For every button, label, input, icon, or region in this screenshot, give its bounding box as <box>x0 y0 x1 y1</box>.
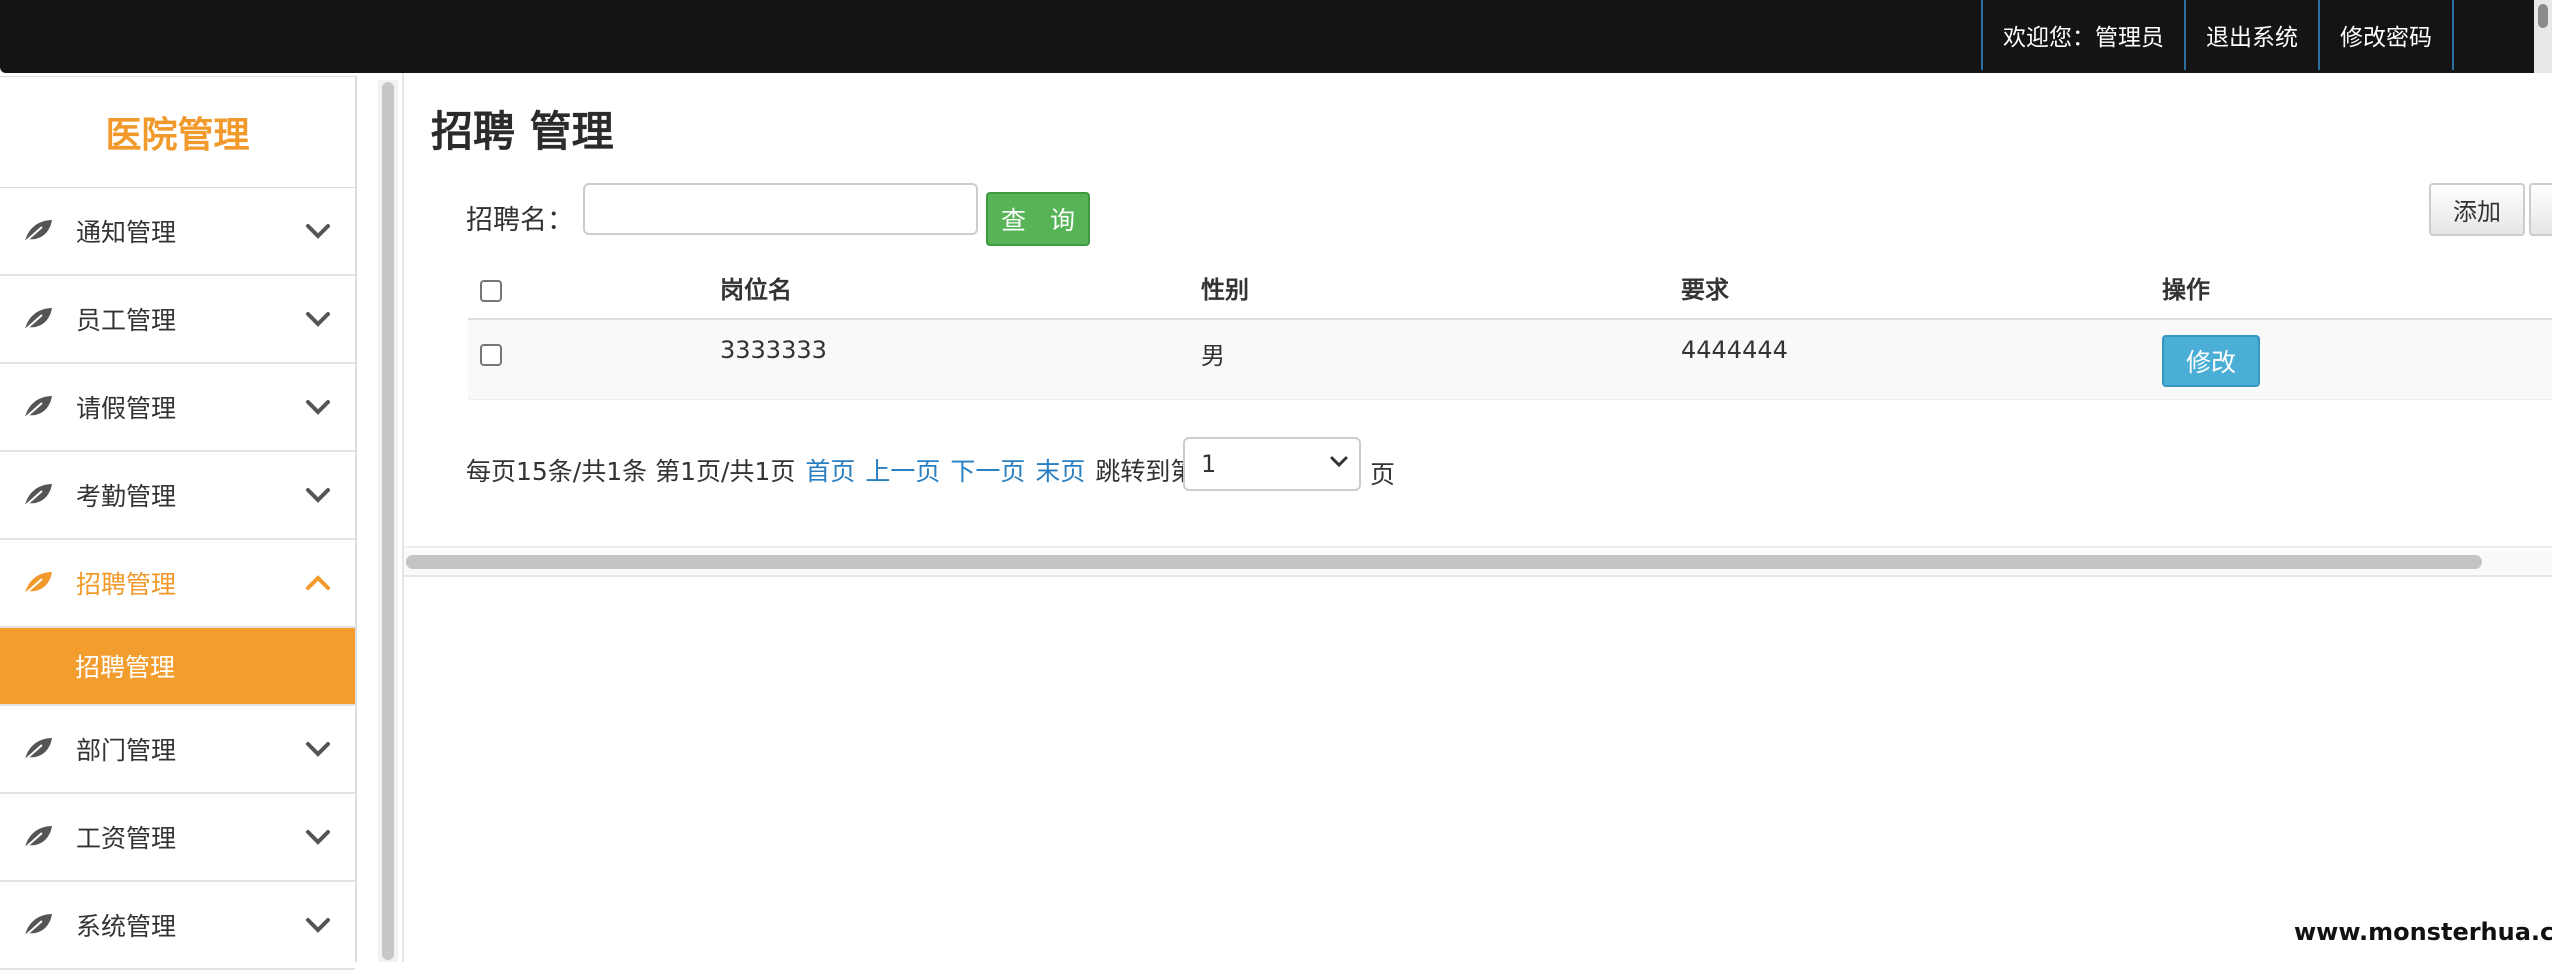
leaf-icon <box>24 572 52 595</box>
sidebar-item-employees[interactable]: 员工管理 <box>0 276 355 364</box>
sidebar-scrollbar[interactable] <box>378 80 398 962</box>
next-page-link[interactable]: 下一页 <box>950 452 1025 488</box>
chevron-down-icon <box>306 224 330 239</box>
page-jump-select[interactable]: 1 <box>1183 437 1361 491</box>
select-all-checkbox[interactable] <box>480 280 502 302</box>
page-scrollbar-thumb[interactable] <box>2538 4 2548 28</box>
sidebar-item-notices[interactable]: 通知管理 <box>0 188 355 276</box>
row-checkbox[interactable] <box>480 344 502 366</box>
topbar-links: 欢迎您：管理员 退出系统 修改密码 <box>1981 0 2454 70</box>
cell-requirement: 4444444 <box>1681 336 1788 364</box>
submenu-item-recruitment[interactable]: 招聘管理 <box>0 628 355 706</box>
last-page-link[interactable]: 末页 <box>1035 452 1085 488</box>
page-suffix-label: 页 <box>1370 460 1396 489</box>
pagination: 每页15条/共1条 第1页/共1页 首页 上一页 下一页 末页 跳转到第 <box>466 452 1205 488</box>
chevron-down-icon <box>1330 456 1348 468</box>
sidebar-item-salary[interactable]: 工资管理 <box>0 794 355 882</box>
toolbar-button-clipped[interactable] <box>2529 183 2552 236</box>
page-scrollbar[interactable] <box>2534 0 2552 73</box>
sidebar-item-leave[interactable]: 请假管理 <box>0 364 355 452</box>
chevron-down-icon <box>306 830 330 845</box>
cell-position-name: 3333333 <box>720 336 827 364</box>
leaf-icon <box>24 308 52 331</box>
column-header-gender[interactable]: 性别 <box>1201 270 1249 305</box>
search-label: 招聘名： <box>466 205 574 236</box>
logout-link[interactable]: 退出系统 <box>2184 0 2318 70</box>
leaf-icon <box>24 396 52 419</box>
chevron-down-icon <box>306 918 330 933</box>
sidebar-item-label: 员工管理 <box>76 306 177 335</box>
sidebar-item-label: 招聘管理 <box>76 570 177 599</box>
sidebar-scrollbar-thumb[interactable] <box>382 82 394 960</box>
watermark-text: www.monsterhua.com <box>2294 918 2552 946</box>
column-header-position[interactable]: 岗位名 <box>720 270 792 305</box>
top-navbar: 欢迎您：管理员 退出系统 修改密码 <box>0 0 2552 73</box>
chevron-down-icon <box>306 312 330 327</box>
leaf-icon <box>24 484 52 507</box>
prev-page-link[interactable]: 上一页 <box>865 452 940 488</box>
sidebar-item-departments[interactable]: 部门管理 <box>0 706 355 794</box>
chevron-down-icon <box>306 488 330 503</box>
welcome-user-link[interactable]: 欢迎您：管理员 <box>1981 0 2184 70</box>
cell-gender: 男 <box>1201 342 1225 370</box>
page-title: 招聘 管理 <box>431 107 614 156</box>
sidebar-item-label: 考勤管理 <box>76 482 177 511</box>
first-page-link[interactable]: 首页 <box>805 452 855 488</box>
sidebar-item-label: 工资管理 <box>76 824 177 853</box>
query-button[interactable]: 查 询 <box>986 192 1090 246</box>
chevron-down-icon <box>306 742 330 757</box>
leaf-icon <box>24 914 52 937</box>
jump-to-label: 跳转到第 <box>1095 457 1196 486</box>
divider <box>404 546 2552 548</box>
brand-title: 医院管理 <box>0 77 355 188</box>
sidebar-item-label: 系统管理 <box>76 912 177 941</box>
divider <box>404 575 2552 577</box>
sidebar-item-system[interactable]: 系统管理 <box>0 882 355 970</box>
sidebar-item-label: 通知管理 <box>76 218 177 247</box>
table-header: 岗位名 性别 要求 操作 <box>468 258 2552 320</box>
pagination-summary: 每页15条/共1条 第1页/共1页 <box>466 457 796 486</box>
chevron-up-icon <box>306 575 330 590</box>
column-header-requirement[interactable]: 要求 <box>1681 270 1729 305</box>
horizontal-scrollbar[interactable] <box>404 551 2552 575</box>
leaf-icon <box>24 220 52 243</box>
change-password-link[interactable]: 修改密码 <box>2318 0 2454 70</box>
edit-button[interactable]: 修改 <box>2162 335 2260 387</box>
page-jump-value: 1 <box>1201 450 1217 478</box>
content-divider <box>402 73 404 962</box>
sidebar-item-attendance[interactable]: 考勤管理 <box>0 452 355 540</box>
recruitment-name-search-input[interactable] <box>583 183 978 235</box>
horizontal-scrollbar-thumb[interactable] <box>406 555 2482 569</box>
chevron-down-icon <box>306 400 330 415</box>
sidebar-item-label: 请假管理 <box>76 394 177 423</box>
sidebar: 医院管理 通知管理 员工管理 请假管理 考勤管理 招聘管理 招聘管理 部门管理 … <box>0 76 357 970</box>
column-header-actions: 操作 <box>2162 276 2210 304</box>
sidebar-item-recruitment[interactable]: 招聘管理 <box>0 540 355 628</box>
leaf-icon <box>24 738 52 761</box>
leaf-icon <box>24 826 52 849</box>
sidebar-item-label: 部门管理 <box>76 736 177 765</box>
add-button[interactable]: 添加 <box>2429 183 2525 236</box>
